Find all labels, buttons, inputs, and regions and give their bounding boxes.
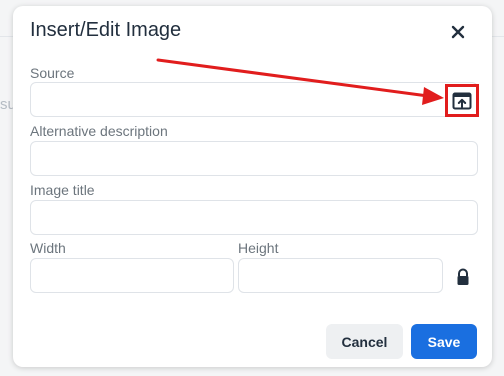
width-input[interactable]	[30, 258, 234, 293]
image-title-input[interactable]	[30, 200, 478, 235]
dialog-title: Insert/Edit Image	[30, 19, 182, 41]
alt-description-input[interactable]	[30, 141, 478, 176]
cancel-button[interactable]: Cancel	[326, 324, 403, 359]
height-label: Height	[238, 240, 279, 256]
constrain-proportions-button[interactable]	[454, 267, 472, 289]
source-input[interactable]	[30, 82, 478, 117]
height-input[interactable]	[238, 258, 443, 293]
browse-source-button[interactable]	[445, 84, 479, 117]
close-icon	[451, 25, 465, 39]
source-label: Source	[30, 65, 75, 81]
alt-description-label: Alternative description	[30, 123, 168, 139]
close-button[interactable]	[445, 20, 471, 44]
width-label: Width	[30, 240, 66, 256]
insert-edit-image-dialog: Insert/Edit Image Source Alternative des…	[13, 6, 492, 367]
image-title-label: Image title	[30, 182, 95, 198]
lock-icon	[457, 268, 469, 285]
save-button[interactable]: Save	[411, 324, 477, 359]
upload-browse-icon	[452, 92, 472, 109]
